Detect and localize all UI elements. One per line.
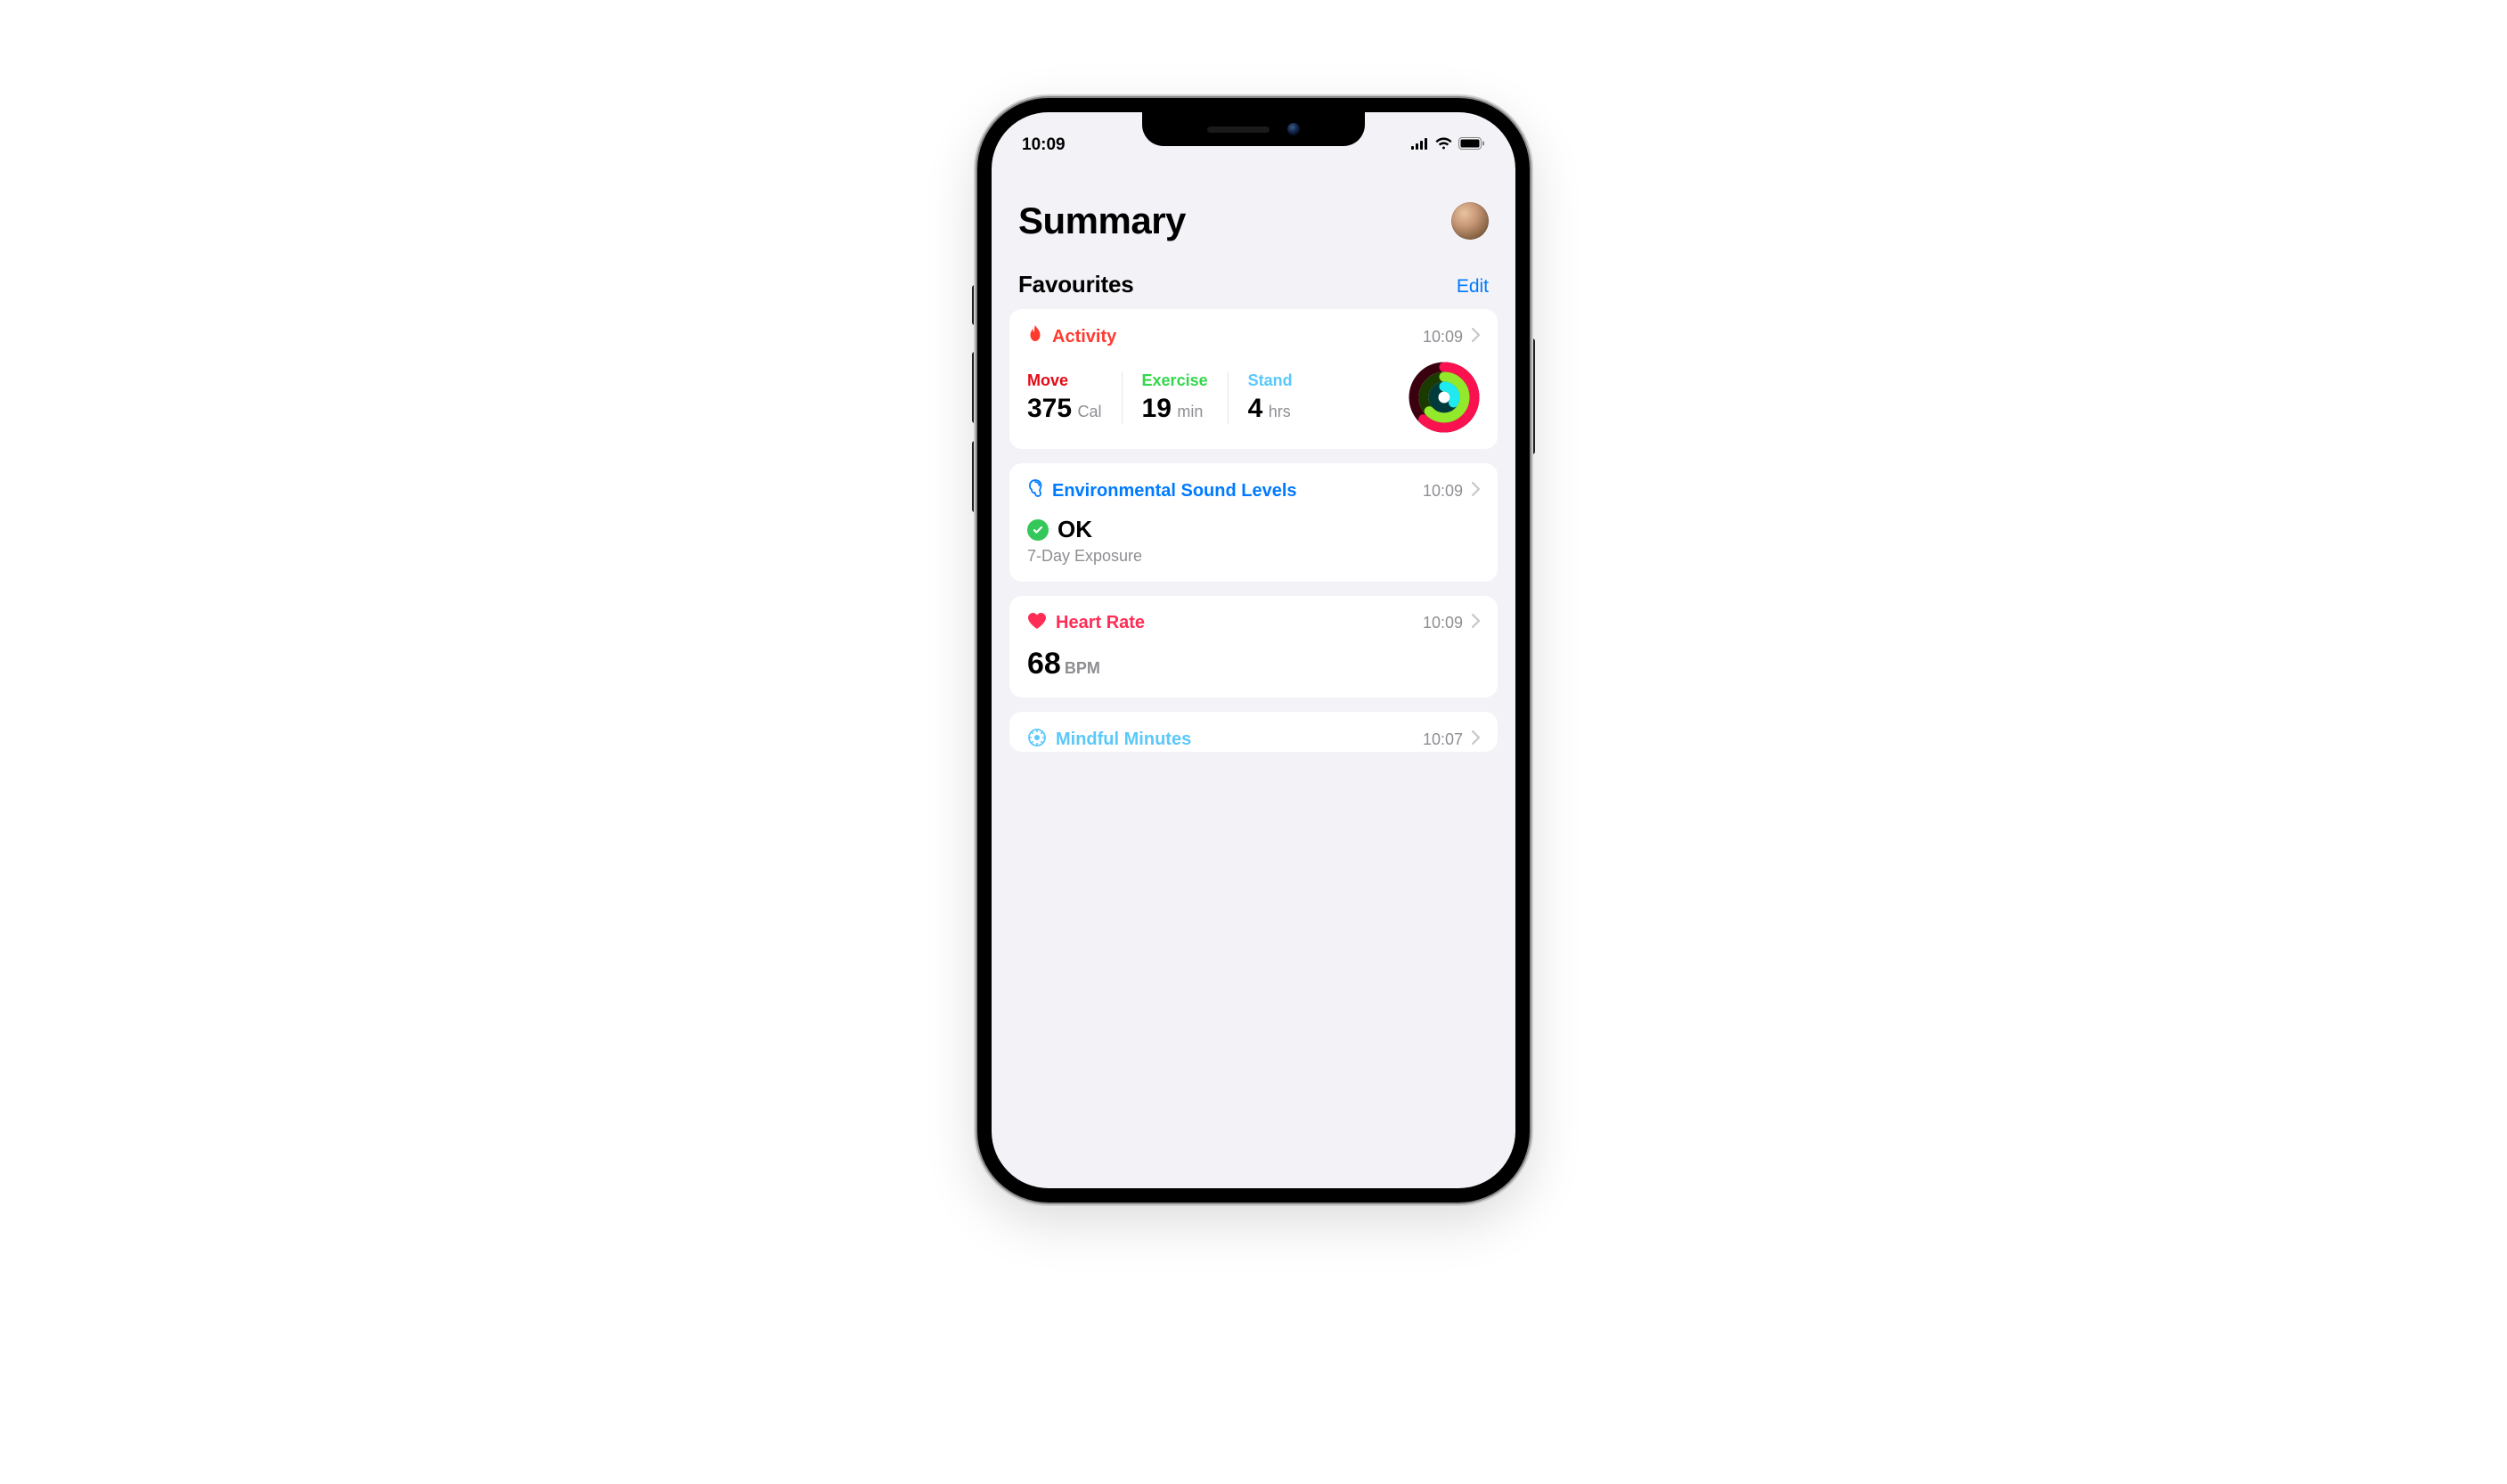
chevron-right-icon [1472,482,1480,501]
chevron-right-icon [1472,730,1480,749]
side-button-power [1530,338,1535,454]
move-label: Move [1027,371,1102,390]
hearing-timestamp: 10:09 [1423,482,1463,501]
cellular-icon [1411,135,1429,155]
profile-avatar[interactable] [1451,202,1489,240]
mindful-card[interactable]: Mindful Minutes 10:07 [1009,712,1498,752]
front-camera [1287,123,1300,135]
stand-label: Stand [1248,371,1293,390]
activity-title: Activity [1052,327,1116,347]
page-title: Summary [1018,200,1186,242]
activity-rings-icon [1409,362,1480,433]
exercise-label: Exercise [1142,371,1208,390]
hearing-subtitle: 7-Day Exposure [1027,547,1480,566]
earpiece [1207,126,1270,133]
activity-timestamp: 10:09 [1423,328,1463,347]
device-notch [1142,112,1365,146]
hearing-status: OK [1058,516,1092,543]
edit-favourites-button[interactable]: Edit [1457,276,1489,298]
check-icon [1027,519,1049,541]
activity-card[interactable]: Activity 10:09 Move 375 Cal [1009,309,1498,449]
chevron-right-icon [1472,614,1480,632]
wifi-icon [1435,135,1452,155]
move-value: 375 [1027,394,1072,423]
ear-icon [1027,479,1043,503]
exercise-unit: min [1177,403,1203,420]
heart-icon [1027,612,1047,634]
hearing-title: Environmental Sound Levels [1052,481,1297,501]
exercise-value: 19 [1142,394,1172,423]
stand-value: 4 [1248,394,1263,423]
heart-rate-timestamp: 10:09 [1423,614,1463,632]
mindful-timestamp: 10:07 [1423,730,1463,749]
flame-icon [1027,325,1043,349]
heart-rate-title: Heart Rate [1056,613,1145,633]
stand-unit: hrs [1269,403,1291,420]
device-frame: 10:09 Summary Favourit [977,98,1530,1484]
move-unit: Cal [1078,403,1102,420]
battery-icon [1458,135,1485,155]
favourites-heading: Favourites [1018,271,1134,298]
chevron-right-icon [1472,328,1480,347]
heart-rate-value: 68 [1027,647,1061,681]
heart-rate-unit: BPM [1065,659,1100,677]
mindful-title: Mindful Minutes [1056,730,1191,750]
status-time: 10:09 [1022,135,1066,155]
heart-rate-card[interactable]: Heart Rate 10:09 68BPM [1009,596,1498,697]
mindful-icon [1027,728,1047,752]
hearing-card[interactable]: Environmental Sound Levels 10:09 OK [1009,463,1498,582]
